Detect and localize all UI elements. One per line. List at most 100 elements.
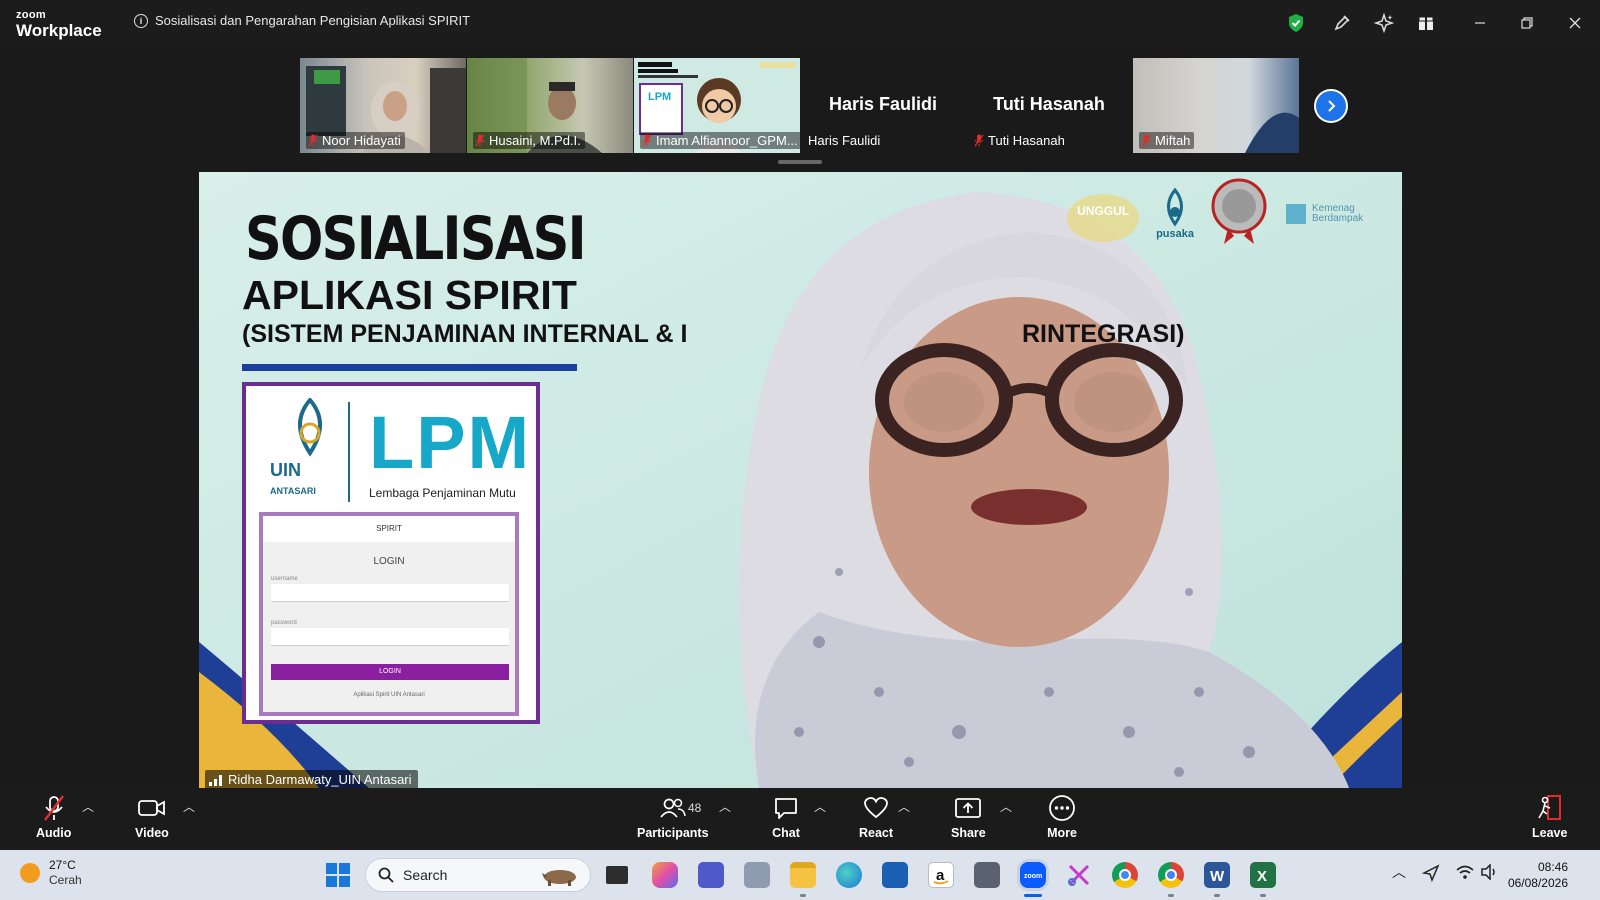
participant-name: Noor Hidayati [322, 133, 401, 148]
more-dots-icon [1047, 794, 1077, 822]
react-options-caret[interactable]: ︿ [898, 798, 910, 815]
audio-label: Audio [36, 826, 72, 840]
chrome-icon[interactable] [1112, 862, 1138, 888]
share-button[interactable]: Share [951, 794, 986, 840]
more-label: More [1047, 826, 1077, 840]
lpm-divider [348, 402, 350, 502]
password-label: password [271, 620, 297, 626]
participant-name: Imam Alfiannoor_GPM... [656, 133, 798, 148]
weather-widget[interactable]: 27°C Cerah [20, 858, 82, 888]
wifi-icon[interactable] [1456, 864, 1474, 883]
info-icon[interactable]: i [134, 13, 148, 28]
participant-tile[interactable]: Miftah [1133, 58, 1299, 153]
annotate-pen-icon[interactable] [1331, 12, 1353, 34]
share-label: Share [951, 826, 986, 840]
participant-name-label: Imam Alfiannoor_GPM... [640, 132, 800, 149]
edge-icon[interactable] [836, 862, 862, 888]
snipping-tool-icon[interactable] [1066, 862, 1092, 888]
video-label: Video [135, 826, 169, 840]
excel-running-indicator [1260, 894, 1266, 897]
word-running-indicator [1214, 894, 1220, 897]
pusaka-text: pusaka [1156, 227, 1194, 240]
apps-gift-icon[interactable] [1415, 12, 1437, 34]
video-options-caret[interactable]: ︿ [183, 798, 195, 815]
video-button[interactable]: Video [135, 794, 169, 840]
security-shield-icon[interactable] [1285, 12, 1307, 34]
lpm-subtitle: Lembaga Penjaminan Mutu [369, 486, 516, 500]
word-icon[interactable]: W [1204, 862, 1230, 888]
location-icon[interactable] [1421, 864, 1440, 885]
participant-tile[interactable]: Husaini, M.Pd.I. [467, 58, 633, 153]
slide-subtitle-left: (SISTEM PENJAMINAN INTERNAL & I [242, 320, 688, 348]
participants-options-caret[interactable]: ︿ [719, 798, 731, 815]
mic-off-icon [475, 134, 485, 147]
uin-label: UIN [270, 460, 301, 480]
lpm-header: UIN ANTASARI LPM Lembaga Penjaminan Mutu [262, 390, 529, 510]
chrome-profile-icon[interactable] [1158, 862, 1184, 888]
mic-off-icon [1141, 134, 1151, 147]
participant-tile[interactable]: Haris Faulidi Haris Faulidi [800, 58, 966, 153]
title-bar: zoom Workplace i Sosialisasi dan Pengara… [0, 0, 1600, 46]
chat-options-caret[interactable]: ︿ [814, 798, 826, 815]
clock-time: 08:46 [1537, 860, 1568, 874]
participant-name-label: Miftah [1139, 132, 1195, 149]
file-explorer-icon[interactable] [790, 862, 816, 888]
participant-name: Husaini, M.Pd.I. [489, 133, 581, 148]
meeting-info[interactable]: i Sosialisasi dan Pengarahan Pengisian A… [134, 13, 470, 28]
participant-name-label: Husaini, M.Pd.I. [473, 132, 585, 149]
main-speaker-video[interactable]: SOSIALISASI APLIKASI SPIRIT (SISTEM PENJ… [199, 172, 1402, 788]
mic-off-icon [642, 134, 652, 147]
participant-tile[interactable]: Tuti Hasanah Tuti Hasanah [966, 58, 1132, 153]
camera-icon [137, 794, 167, 822]
audio-options-caret[interactable]: ︿ [82, 798, 94, 815]
svg-text:LPM: LPM [648, 91, 671, 103]
windows-start-icon[interactable] [326, 863, 352, 889]
task-view-icon[interactable] [606, 866, 628, 884]
slide-logos: UNGGUL pusaka Kemenag Berdampak [1064, 176, 1382, 251]
show-hidden-icons-caret[interactable]: ︿ [1392, 862, 1406, 882]
ai-companion-sparkle-icon[interactable] [1373, 12, 1395, 34]
store-icon[interactable] [882, 862, 908, 888]
restore-icon[interactable] [1514, 10, 1540, 36]
zoom-active-indicator [1024, 894, 1042, 897]
excel-icon[interactable]: X [1250, 862, 1276, 888]
login-button: LOGIN [271, 664, 509, 680]
svg-text:X: X [1257, 868, 1267, 885]
minimize-icon[interactable] [1467, 10, 1493, 36]
share-options-caret[interactable]: ︿ [1000, 798, 1012, 815]
mic-off-icon [308, 134, 318, 147]
amazon-icon[interactable]: a [928, 862, 954, 888]
audio-button[interactable]: Audio [36, 794, 71, 840]
chat-button[interactable]: Chat [771, 794, 801, 840]
participant-name: Haris Faulidi [808, 133, 881, 148]
leave-button[interactable]: Leave [1532, 794, 1567, 840]
printer-app-icon[interactable] [744, 862, 770, 888]
copilot-icon[interactable] [652, 862, 678, 888]
zoom-taskbar-icon[interactable]: zoom [1020, 862, 1046, 888]
teams-icon[interactable] [698, 862, 724, 888]
antasari-label: ANTASARI [270, 486, 316, 496]
participant-tile[interactable]: Noor Hidayati [300, 58, 466, 153]
taskbar-clock[interactable]: 08:46 06/08/2026 [1508, 859, 1568, 891]
volume-icon[interactable] [1480, 863, 1498, 883]
close-icon[interactable] [1562, 10, 1588, 36]
award-badge-logo [1208, 176, 1270, 251]
participant-name-label: Noor Hidayati [306, 132, 405, 149]
participant-name: Tuti Hasanah [988, 133, 1065, 148]
strip-scroll-indicator[interactable] [778, 160, 822, 164]
zoom-workplace-logo: zoom Workplace [16, 10, 102, 40]
calculator-icon[interactable] [974, 862, 1000, 888]
taskbar-search[interactable]: Search [365, 858, 591, 892]
participant-tile[interactable]: LPM Imam Alfiannoor_GPM... [634, 58, 800, 153]
chat-icon [771, 794, 801, 822]
share-screen-icon [953, 794, 983, 822]
next-page-button[interactable] [1314, 89, 1348, 123]
react-button[interactable]: React [859, 794, 893, 840]
kemenag-text: Kemenag Berdampak [1312, 202, 1364, 224]
participants-label: Participants [637, 826, 709, 840]
file-explorer-running-indicator [800, 894, 806, 897]
more-button[interactable]: More [1047, 794, 1077, 840]
presenter-name-label: Ridha Darmawaty_UIN Antasari [205, 770, 418, 789]
lpm-wordmark: LPM [369, 401, 532, 484]
search-placeholder: Search [403, 867, 448, 883]
